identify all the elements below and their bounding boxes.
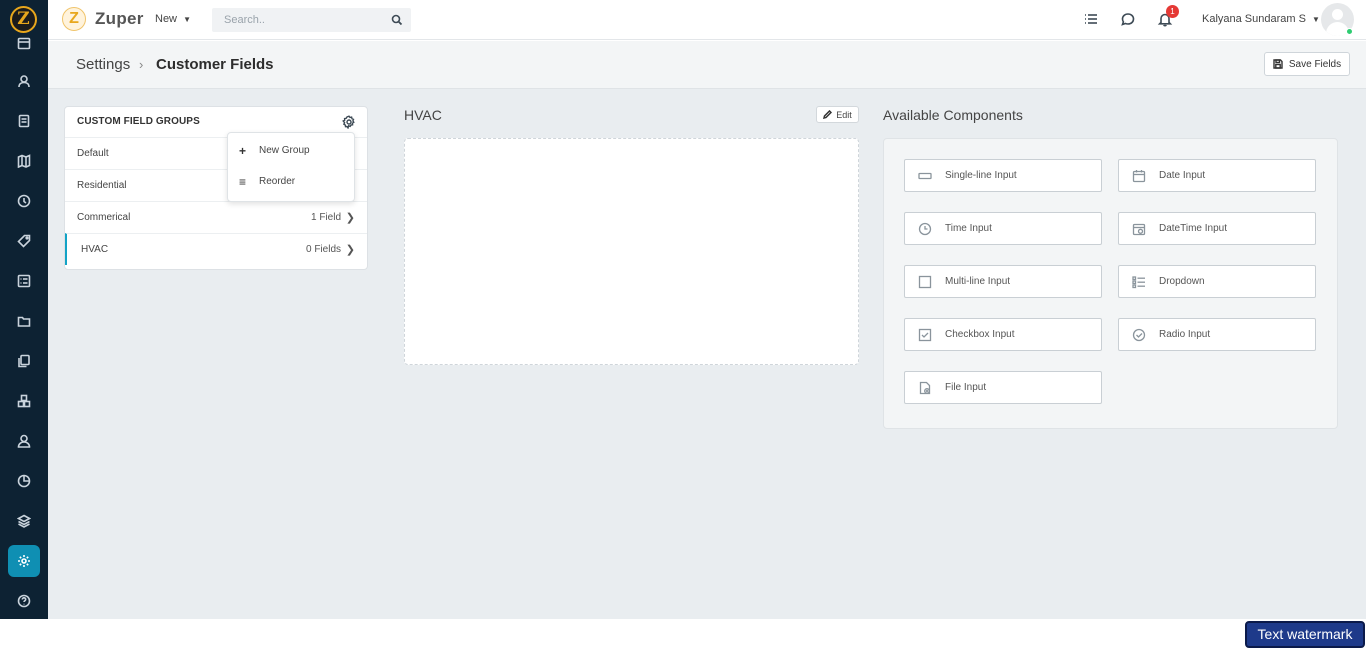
main-content: Settings › Customer Fields Save Fields C… [48, 41, 1366, 619]
group-name: Commerical [77, 212, 131, 223]
fields-drop-zone[interactable] [404, 138, 859, 365]
brand-logo-icon: Z [62, 7, 86, 31]
brand[interactable]: Z Zuper [62, 7, 144, 31]
component-label: Radio Input [1159, 329, 1211, 340]
dropdown-icon [1132, 275, 1146, 289]
component-label: DateTime Input [1159, 223, 1227, 234]
component-multi-line-input[interactable]: Multi-line Input [904, 265, 1102, 298]
single-line-input-icon [918, 169, 932, 183]
new-menu-label: New [155, 13, 178, 25]
reorder-icon: ≡ [239, 175, 247, 189]
group-title: HVAC [404, 107, 442, 123]
chat-icon[interactable] [1120, 11, 1136, 27]
new-group-menu-item[interactable]: + New Group [228, 136, 354, 166]
gear-icon[interactable] [342, 115, 356, 130]
user-icon[interactable] [0, 425, 48, 457]
search-icon[interactable] [391, 14, 403, 26]
user-menu[interactable]: Kalyana Sundaram S ▼ [1202, 13, 1320, 25]
components-title: Available Components [883, 107, 1023, 123]
app-root: Z Z Zuper New ▼ Search.. 1 Kalyana Sunda… [0, 0, 1366, 619]
customers-icon[interactable] [0, 65, 48, 97]
group-name: Default [77, 148, 109, 159]
edit-group-button[interactable]: Edit [816, 106, 859, 123]
folder-icon[interactable] [0, 305, 48, 337]
group-name: Residential [77, 180, 127, 191]
avatar-head [1332, 9, 1343, 20]
group-field-count: 0 Fields [305, 244, 341, 255]
bell-icon[interactable]: 1 [1157, 5, 1179, 27]
timesheet-icon[interactable] [0, 465, 48, 497]
top-bar: Z Zuper New ▼ 1 Kalyana Sundaram S ▼ [48, 0, 1366, 40]
save-fields-label: Save Fields [1288, 58, 1342, 70]
pencil-icon [823, 110, 833, 119]
assets-icon[interactable] [0, 385, 48, 417]
component-single-line-input[interactable]: Single-line Input [904, 159, 1102, 192]
component-datetime-input[interactable]: DateTime Input [1118, 212, 1316, 245]
custom-field-groups-panel: CUSTOM FIELD GROUPS Default Residential … [64, 106, 368, 270]
layers-icon[interactable] [0, 505, 48, 537]
invoice-icon[interactable] [0, 105, 48, 137]
group-item-hvac[interactable]: HVAC 0 Fields ❯ [65, 233, 367, 265]
plus-icon: + [239, 144, 247, 158]
text-watermark: Text watermark [1245, 621, 1365, 648]
component-time-input[interactable]: Time Input [904, 212, 1102, 245]
menu-item-label: Reorder [259, 176, 296, 187]
component-label: Date Input [1159, 170, 1206, 181]
date-input-icon [1132, 169, 1146, 183]
chevron-right-icon: ❯ [345, 244, 355, 256]
groups-header: CUSTOM FIELD GROUPS [77, 116, 200, 127]
caret-down-icon: ▼ [183, 15, 191, 24]
settings-icon[interactable] [8, 545, 40, 577]
group-field-count: 1 Field [310, 212, 341, 223]
notification-badge: 1 [1166, 5, 1179, 18]
breadcrumb: Settings › Customer Fields Save Fields [48, 41, 1366, 89]
component-label: Time Input [945, 223, 992, 234]
left-rail: Z [0, 0, 48, 619]
menu-item-label: New Group [259, 145, 310, 156]
breadcrumb-separator: › [139, 57, 144, 72]
component-label: File Input [945, 382, 987, 393]
tag-icon[interactable] [0, 225, 48, 257]
component-label: Dropdown [1159, 276, 1205, 287]
map-icon[interactable] [0, 145, 48, 177]
component-label: Multi-line Input [945, 276, 1011, 287]
time-input-icon [918, 222, 932, 236]
online-status-dot [1346, 28, 1353, 35]
new-menu-button[interactable]: New ▼ [155, 13, 191, 25]
page-title: Customer Fields [156, 56, 274, 73]
radio-input-icon [1132, 328, 1146, 342]
checklist-icon[interactable] [0, 265, 48, 297]
breadcrumb-settings-link[interactable]: Settings [76, 56, 130, 73]
documents-icon[interactable] [0, 345, 48, 377]
user-name: Kalyana Sundaram S [1202, 13, 1306, 25]
chevron-right-icon: ❯ [345, 212, 355, 224]
component-file-input[interactable]: File Input [904, 371, 1102, 404]
search-box [212, 8, 411, 32]
calendar-icon[interactable] [0, 27, 48, 59]
components-panel: Single-line Input Date Input Time Input … [883, 138, 1338, 429]
datetime-input-icon [1132, 222, 1146, 236]
caret-down-icon: ▼ [1312, 15, 1320, 24]
group-options-menu: + New Group ≡ Reorder [227, 132, 355, 202]
component-label: Checkbox Input [945, 329, 1015, 340]
edit-label: Edit [836, 109, 852, 120]
help-icon[interactable] [0, 585, 48, 617]
list-icon[interactable] [1083, 11, 1099, 27]
group-item-commerical[interactable]: Commerical 1 Field ❯ [65, 201, 367, 233]
component-radio-input[interactable]: Radio Input [1118, 318, 1316, 351]
checkbox-input-icon [918, 328, 932, 342]
reorder-menu-item[interactable]: ≡ Reorder [228, 167, 354, 197]
file-input-icon [918, 381, 932, 395]
component-date-input[interactable]: Date Input [1118, 159, 1316, 192]
component-dropdown[interactable]: Dropdown [1118, 265, 1316, 298]
brand-name: Zuper [95, 9, 144, 28]
save-fields-button[interactable]: Save Fields [1264, 52, 1350, 76]
clock-icon[interactable] [0, 185, 48, 217]
save-icon [1273, 59, 1283, 69]
search-input[interactable] [212, 8, 382, 32]
group-name: HVAC [81, 244, 109, 255]
component-checkbox-input[interactable]: Checkbox Input [904, 318, 1102, 351]
multi-line-input-icon [918, 275, 932, 289]
component-label: Single-line Input [945, 170, 1017, 181]
